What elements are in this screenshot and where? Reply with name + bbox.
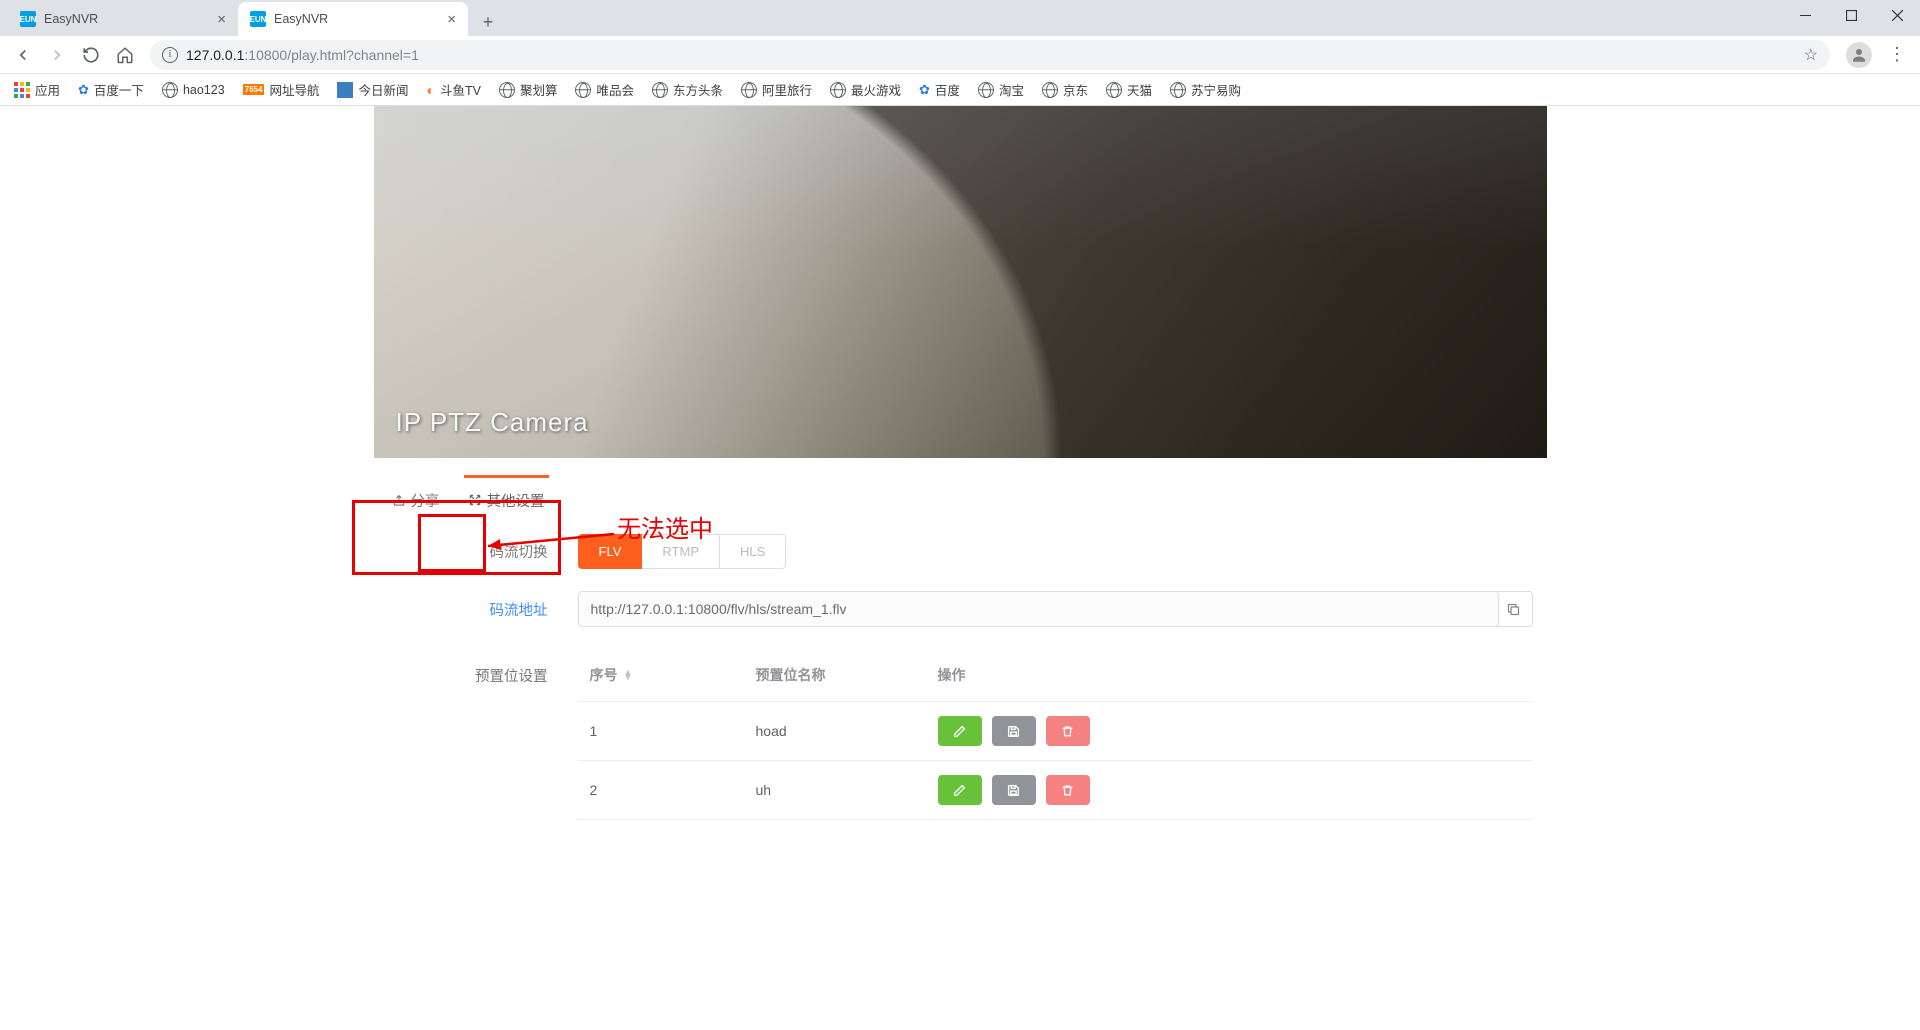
bookmarks-bar: 应用 ✿百度一下 hao123 7654网址导航 今日新闻 ◐斗鱼TV 聚划算 … — [0, 74, 1920, 106]
tab-share[interactable]: 分享 — [388, 476, 444, 523]
site-info-icon[interactable]: i — [162, 47, 178, 63]
bookmark-item[interactable]: 最火游戏 — [824, 76, 907, 103]
panel-tabs: 分享 其他设置 — [374, 476, 1547, 524]
globe-icon — [652, 82, 668, 98]
save-button[interactable] — [992, 775, 1036, 805]
window-minimize[interactable] — [1782, 0, 1828, 30]
bookmark-star-icon[interactable]: ☆ — [1804, 45, 1818, 65]
video-overlay-label: IP PTZ Camera — [396, 407, 589, 438]
preset-table: 序号▲▼ 预置位名称 操作 1 hoad — [578, 649, 1533, 820]
bookmark-item[interactable]: ✿百度 — [913, 76, 966, 103]
stream-url-field[interactable]: http://127.0.0.1:10800/flv/hls/stream_1.… — [578, 591, 1499, 627]
url-bar[interactable]: i 127.0.0.1:10800/play.html?channel=1 ☆ — [150, 40, 1830, 70]
table-header: 序号▲▼ 预置位名称 操作 — [578, 649, 1533, 702]
globe-icon — [741, 82, 757, 98]
preset-label: 预置位设置 — [388, 649, 578, 686]
page-content: IP PTZ Camera 分享 其他设置 码流切换 FLV RTMP HLS — [0, 106, 1920, 882]
profile-button[interactable] — [1846, 42, 1872, 68]
cell-name: uh — [756, 782, 938, 798]
stream-format-group: FLV RTMP HLS — [578, 534, 787, 569]
new-tab-button[interactable]: + — [474, 8, 502, 36]
edit-button[interactable] — [938, 716, 982, 746]
save-button[interactable] — [992, 716, 1036, 746]
apps-icon — [14, 82, 30, 98]
paw-icon: ✿ — [78, 82, 89, 98]
delete-button[interactable] — [1046, 716, 1090, 746]
apps-button[interactable]: 应用 — [8, 76, 66, 103]
cell-no: 1 — [578, 723, 756, 739]
globe-icon — [1106, 82, 1122, 98]
table-row: 1 hoad — [578, 702, 1533, 761]
bookmark-item[interactable]: 今日新闻 — [331, 76, 414, 103]
bookmark-item[interactable]: 天猫 — [1100, 76, 1158, 103]
globe-icon — [162, 82, 178, 98]
sort-icon: ▲▼ — [624, 670, 633, 680]
stream-opt-hls[interactable]: HLS — [720, 534, 786, 569]
tab-strip: EUN EasyNVR × EUN EasyNVR × + — [0, 0, 1920, 36]
col-header-name: 预置位名称 — [756, 665, 938, 685]
tab-title: EasyNVR — [274, 12, 328, 26]
col-header-action: 操作 — [938, 665, 1533, 685]
tab-title: EasyNVR — [44, 12, 98, 26]
url-path: :10800/play.html?channel=1 — [244, 47, 418, 63]
home-button[interactable] — [110, 40, 140, 70]
cell-no: 2 — [578, 782, 756, 798]
col-header-no[interactable]: 序号▲▼ — [578, 665, 756, 685]
bookmark-item[interactable]: 苏宁易购 — [1164, 76, 1247, 103]
table-row: 2 uh — [578, 761, 1533, 820]
favicon-icon: EUN — [250, 11, 266, 27]
row-stream-url: 码流地址 http://127.0.0.1:10800/flv/hls/stre… — [388, 591, 1533, 627]
globe-icon — [830, 82, 846, 98]
delete-button[interactable] — [1046, 775, 1090, 805]
window-close[interactable] — [1874, 0, 1920, 30]
globe-icon — [499, 82, 515, 98]
globe-icon — [1042, 82, 1058, 98]
bookmark-item[interactable]: 7654网址导航 — [237, 76, 326, 103]
bookmark-item[interactable]: ◐斗鱼TV — [420, 76, 486, 103]
row-presets: 预置位设置 序号▲▼ 预置位名称 操作 1 hoad — [388, 649, 1533, 820]
edit-button[interactable] — [938, 775, 982, 805]
stream-url-label[interactable]: 码流地址 — [388, 599, 578, 620]
menu-button[interactable]: ⋮ — [1882, 44, 1912, 65]
window-maximize[interactable] — [1828, 0, 1874, 30]
calendar-icon — [337, 82, 353, 98]
window-controls — [1782, 0, 1920, 30]
favicon-icon: EUN — [20, 11, 36, 27]
bookmark-item[interactable]: 京东 — [1036, 76, 1094, 103]
bookmark-item[interactable]: 聚划算 — [493, 76, 564, 103]
bookmark-item[interactable]: 唯品会 — [569, 76, 640, 103]
globe-icon — [978, 82, 994, 98]
forward-button[interactable] — [42, 40, 72, 70]
paw-icon: ✿ — [919, 82, 930, 98]
stream-opt-flv[interactable]: FLV — [578, 534, 643, 569]
browser-tab-1[interactable]: EUN EasyNVR × — [238, 2, 468, 36]
bookmark-item[interactable]: ✿百度一下 — [72, 76, 150, 103]
bookmark-item[interactable]: hao123 — [156, 78, 231, 102]
browser-tab-0[interactable]: EUN EasyNVR × — [8, 2, 238, 36]
bookmark-item[interactable]: 东方头条 — [646, 76, 729, 103]
settings-panel: 分享 其他设置 码流切换 FLV RTMP HLS 码流地址 — [374, 476, 1547, 882]
close-icon[interactable]: × — [217, 11, 226, 28]
copy-button[interactable] — [1495, 591, 1533, 627]
stream-opt-rtmp[interactable]: RTMP — [642, 534, 720, 569]
video-player[interactable]: IP PTZ Camera — [374, 106, 1547, 458]
site-icon: 7654 — [243, 84, 265, 95]
browser-toolbar: i 127.0.0.1:10800/play.html?channel=1 ☆ … — [0, 36, 1920, 74]
globe-icon — [575, 82, 591, 98]
tab-other-settings[interactable]: 其他设置 — [464, 475, 549, 523]
back-button[interactable] — [8, 40, 38, 70]
close-icon[interactable]: × — [447, 11, 456, 28]
stream-switch-label: 码流切换 — [388, 541, 578, 562]
row-stream-switch: 码流切换 FLV RTMP HLS — [388, 534, 1533, 569]
cell-name: hoad — [756, 723, 938, 739]
reload-button[interactable] — [76, 40, 106, 70]
bookmark-item[interactable]: 阿里旅行 — [735, 76, 818, 103]
fish-icon: ◐ — [426, 82, 434, 98]
globe-icon — [1170, 82, 1186, 98]
url-host: 127.0.0.1 — [186, 47, 244, 63]
bookmark-item[interactable]: 淘宝 — [972, 76, 1030, 103]
